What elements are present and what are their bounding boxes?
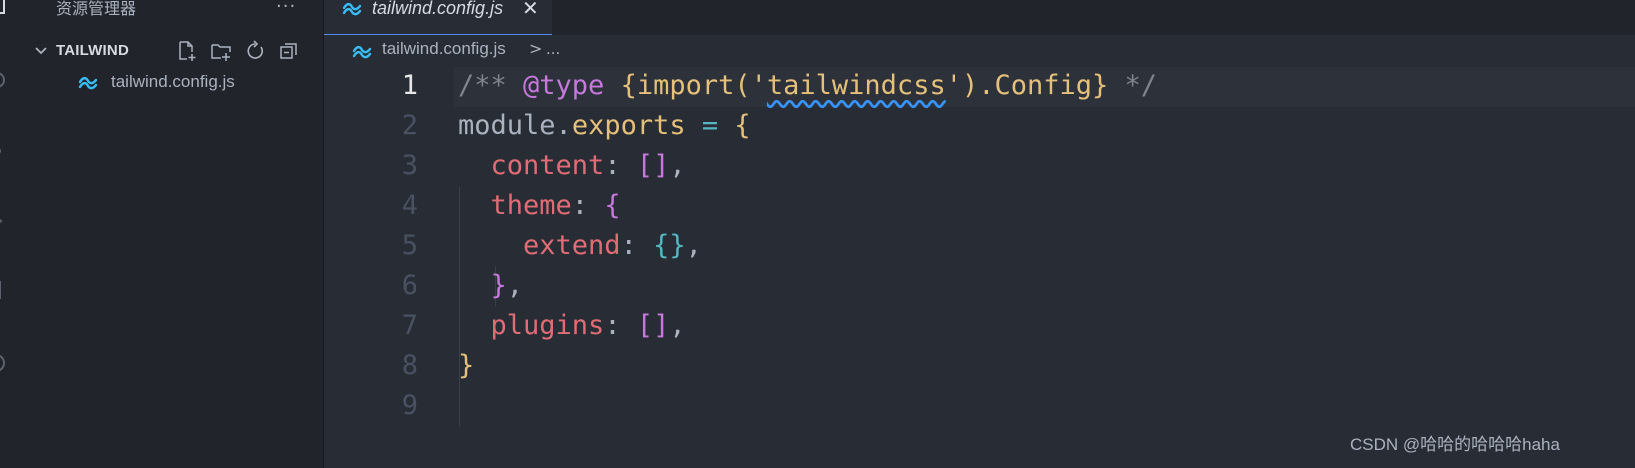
tailwind-icon (352, 45, 372, 59)
line-number: 3 (401, 150, 418, 181)
breadcrumb-file[interactable]: tailwind.config.js (382, 39, 506, 59)
refresh-icon[interactable] (244, 40, 266, 62)
breadcrumb-separator: > (529, 39, 543, 58)
code-text: module.exports = { (458, 110, 751, 141)
file-tree-label: tailwind.config.js (111, 72, 235, 91)
watermark: CSDN @哈哈的哈哈哈haha (1350, 435, 1560, 454)
code-line: 8 } (324, 346, 1635, 386)
code-text: extend: {}, (523, 230, 702, 261)
breadcrumb: tailwind.config.js > ... (324, 36, 1635, 66)
code-line: 6 }, (324, 266, 1635, 306)
more-actions-icon[interactable]: ··· (276, 0, 296, 17)
remote-explorer-icon[interactable] (0, 352, 10, 374)
explorer-icon[interactable] (0, 0, 10, 16)
extensions-icon[interactable] (0, 278, 10, 300)
line-number: 4 (401, 190, 418, 221)
editor-tab[interactable]: tailwind.config.js ✕ (324, 0, 552, 35)
tailwind-icon (342, 2, 362, 16)
explorer-sidebar: 资源管理器 ··· TAILWIND tailwind.config.js (26, 0, 324, 468)
code-text: /** @type {import('tailwindcss').Config}… (458, 70, 1158, 101)
new-folder-icon[interactable] (210, 40, 232, 62)
search-icon[interactable] (0, 70, 10, 92)
code-line: 9 (324, 386, 1635, 426)
code-text: plugins: [], (490, 310, 686, 341)
new-file-icon[interactable] (176, 40, 198, 62)
editor-tab-label: tailwind.config.js (372, 0, 504, 18)
chevron-down-icon (35, 47, 47, 55)
collapse-all-icon[interactable] (278, 40, 300, 62)
line-number: 5 (401, 230, 418, 261)
line-number: 7 (401, 310, 418, 341)
run-debug-icon[interactable] (0, 210, 10, 232)
workspace-folder-header[interactable]: TAILWIND (26, 36, 324, 66)
workspace-folder-title: TAILWIND (56, 42, 129, 59)
tailwind-icon (78, 76, 98, 90)
code-text: content: [], (490, 150, 686, 181)
code-line: 1 /** @type {import('tailwindcss').Confi… (324, 66, 1635, 106)
code-text: } (458, 350, 475, 381)
breadcrumb-symbols[interactable]: ... (546, 39, 560, 59)
line-number: 9 (401, 390, 418, 421)
source-control-icon[interactable] (0, 140, 10, 162)
code-text: }, (490, 270, 524, 301)
code-editor[interactable]: 1 /** @type {import('tailwindcss').Confi… (324, 66, 1635, 468)
testing-icon[interactable] (0, 420, 10, 442)
line-number: 1 (401, 70, 418, 101)
code-line: 7 plugins: [], (324, 306, 1635, 346)
code-line: 3 content: [], (324, 146, 1635, 186)
vscode-window: 资源管理器 ··· TAILWIND tailwind.config.js ta… (0, 0, 1635, 468)
code-text: theme: { (490, 190, 621, 221)
line-number: 8 (401, 350, 418, 381)
close-icon[interactable]: ✕ (522, 0, 539, 20)
code-line: 4 theme: { (324, 186, 1635, 226)
line-number: 2 (401, 110, 418, 141)
line-number: 6 (401, 270, 418, 301)
file-tree-item[interactable]: tailwind.config.js (26, 70, 324, 96)
code-line: 2 module.exports = { (324, 106, 1635, 146)
explorer-title: 资源管理器 (56, 0, 137, 18)
activity-bar (0, 0, 26, 468)
code-line: 5 extend: {}, (324, 226, 1635, 266)
editor-tab-bar: tailwind.config.js ✕ (324, 0, 1635, 35)
